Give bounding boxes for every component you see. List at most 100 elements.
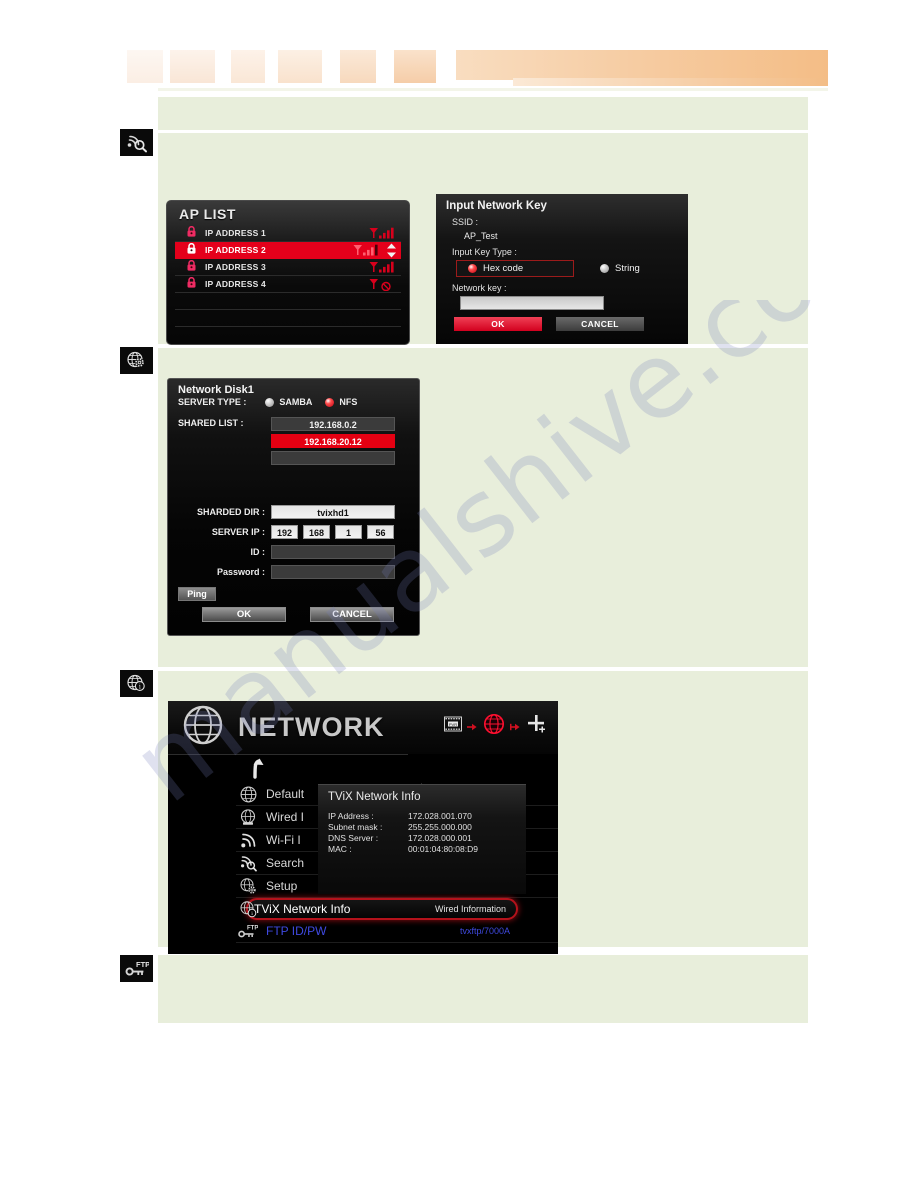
- ap-list-row[interactable]: IP ADDRESS 3: [175, 259, 401, 276]
- dialog-title: Input Network Key: [446, 200, 547, 212]
- server-type-row: SERVER TYPE : SAMBA NFS: [168, 397, 419, 407]
- header-bar-wide: [456, 50, 828, 80]
- radio-string-label: String: [615, 263, 640, 274]
- globe-gear-icon: [236, 877, 260, 895]
- ap-list-row-label: IP ADDRESS 4: [205, 279, 266, 289]
- header-block: [170, 50, 215, 83]
- network-info-popup: TViX Network Info IP Address : 172.028.00…: [318, 784, 526, 894]
- server-type-label: SERVER TYPE :: [178, 397, 247, 407]
- ok-button[interactable]: OK: [454, 317, 542, 331]
- radio-on-icon: [468, 264, 477, 273]
- page-title: NETWORK: [238, 712, 385, 742]
- header-block: [127, 50, 163, 83]
- key-type-options: Hex code String: [436, 257, 688, 277]
- network-disk-dialog: Network Disk1 SERVER TYPE : SAMBA NFS SH…: [167, 378, 420, 636]
- header-icon-group: PVR: [444, 713, 548, 740]
- ping-button[interactable]: Ping: [178, 587, 216, 601]
- lock-icon: [187, 258, 199, 276]
- menu-item-label: Wi-Fi I: [266, 833, 301, 847]
- shared-list-item-selected[interactable]: 192.168.20.12: [271, 434, 395, 448]
- globe-red-icon: [483, 713, 505, 740]
- header-divider: [168, 754, 408, 755]
- menu-item-label: TViX Network Info: [254, 902, 351, 916]
- globe-icon: [236, 786, 260, 803]
- arrow-right-icon: [510, 718, 521, 736]
- info-row-value: 00:01:04:80:08:D9: [408, 844, 478, 854]
- server-ip-octet-1[interactable]: 192: [271, 525, 298, 539]
- globe-icon: [182, 704, 224, 751]
- header-block: [394, 50, 436, 83]
- ssid-value: AP_Test: [464, 231, 498, 241]
- menu-item-value: Wired Information: [434, 904, 506, 914]
- lock-icon: [187, 224, 199, 242]
- info-row-key: IP Address :: [328, 811, 374, 821]
- svg-text:i: i: [138, 683, 140, 690]
- id-row: ID :: [178, 545, 411, 559]
- ap-list-row-selected[interactable]: IP ADDRESS 2: [175, 242, 401, 259]
- info-row: MAC : 00:01:04:80:08:D9: [318, 843, 526, 854]
- ap-list-row-empty: [175, 310, 401, 327]
- cancel-button[interactable]: CANCEL: [310, 607, 394, 622]
- ftp-key-icon: FTP: [236, 923, 260, 940]
- radio-on-icon: [325, 397, 335, 407]
- network-key-input[interactable]: [460, 296, 604, 310]
- network-info-icon: i: [120, 670, 153, 697]
- ap-list-row-label: IP ADDRESS 1: [205, 228, 266, 238]
- radio-off-icon: [600, 264, 609, 273]
- dialog-title: Network Disk1: [178, 384, 254, 396]
- plus-icon[interactable]: [526, 713, 548, 740]
- ap-list-title: AP LIST: [179, 206, 236, 222]
- pvr-filmstrip-icon: PVR: [444, 716, 462, 737]
- password-input[interactable]: [271, 565, 395, 579]
- header-bar-wide-shadow: [513, 78, 828, 86]
- back-arrow-icon[interactable]: [246, 757, 270, 784]
- cancel-button[interactable]: CANCEL: [556, 317, 644, 331]
- shared-dir-label: SHARDED DIR :: [196, 507, 265, 517]
- ap-list-row[interactable]: IP ADDRESS 1: [175, 225, 401, 242]
- server-ip-octet-4[interactable]: 56: [367, 525, 394, 539]
- radio-string[interactable]: String: [594, 263, 640, 274]
- radio-samba-label: SAMBA: [279, 397, 313, 407]
- shared-list-item[interactable]: 192.168.0.2: [271, 417, 395, 431]
- wifi-search-icon: [120, 129, 153, 156]
- decorative-header-strip: [0, 40, 918, 86]
- radio-hex-code[interactable]: Hex code: [456, 260, 574, 277]
- info-row: DNS Server : 172.028.000.001: [318, 832, 526, 843]
- dialog-buttons: OK CANCEL: [454, 317, 688, 331]
- shared-list-item[interactable]: [271, 451, 395, 465]
- ok-button[interactable]: OK: [202, 607, 286, 622]
- info-row-key: Subnet mask :: [328, 822, 383, 832]
- header-divider: [158, 88, 828, 91]
- info-row-value: 172.028.001.070: [408, 811, 472, 821]
- id-input[interactable]: [271, 545, 395, 559]
- menu-item-label: FTP ID/PW: [266, 924, 327, 938]
- ap-list-row-label: IP ADDRESS 3: [205, 262, 266, 272]
- menu-item-tvix-network-info[interactable]: TViX Network Info Wired Information: [246, 898, 518, 920]
- server-ip-octet-2[interactable]: 168: [303, 525, 330, 539]
- ap-list-dialog: AP LIST IP ADDRESS 1 IP ADDRESS 2 IP ADDRE…: [166, 200, 410, 345]
- popup-rows: IP Address : 172.028.001.070 Subnet mask :…: [318, 803, 526, 854]
- ap-list-row[interactable]: IP ADDRESS 4: [175, 276, 401, 293]
- info-row: IP Address : 172.028.001.070: [318, 803, 526, 821]
- shared-list-label: SHARED LIST :: [178, 418, 244, 428]
- radio-samba[interactable]: SAMBA: [260, 397, 312, 407]
- network-key-label: Network key :: [452, 283, 507, 293]
- menu-item-value: tvxftp/7000A: [459, 926, 510, 936]
- radio-nfs[interactable]: NFS: [320, 397, 357, 407]
- server-ip-label: SERVER IP :: [211, 527, 265, 537]
- content-panel: [158, 97, 808, 130]
- header-block: [231, 50, 265, 83]
- lock-icon: [187, 241, 199, 259]
- ftp-key-icon: FTP: [120, 955, 153, 982]
- menu-item-label: Setup: [266, 879, 298, 893]
- password-row: Password :: [178, 565, 411, 579]
- menu-item-label: Search: [266, 856, 305, 870]
- shared-dir-input[interactable]: tvixhd1: [271, 505, 395, 519]
- signal-strength-icon: [369, 278, 395, 296]
- network-setup-icon: [120, 347, 153, 374]
- menu-item-ftp-id-pw[interactable]: FTP FTP ID/PW tvxftp/7000A: [236, 920, 558, 943]
- server-ip-octet-3[interactable]: 1: [335, 525, 362, 539]
- key-type-label: Input Key Type :: [452, 247, 517, 257]
- ap-list-row-label: IP ADDRESS 2: [205, 245, 266, 255]
- shared-list: 192.168.0.2 192.168.20.12: [271, 417, 395, 468]
